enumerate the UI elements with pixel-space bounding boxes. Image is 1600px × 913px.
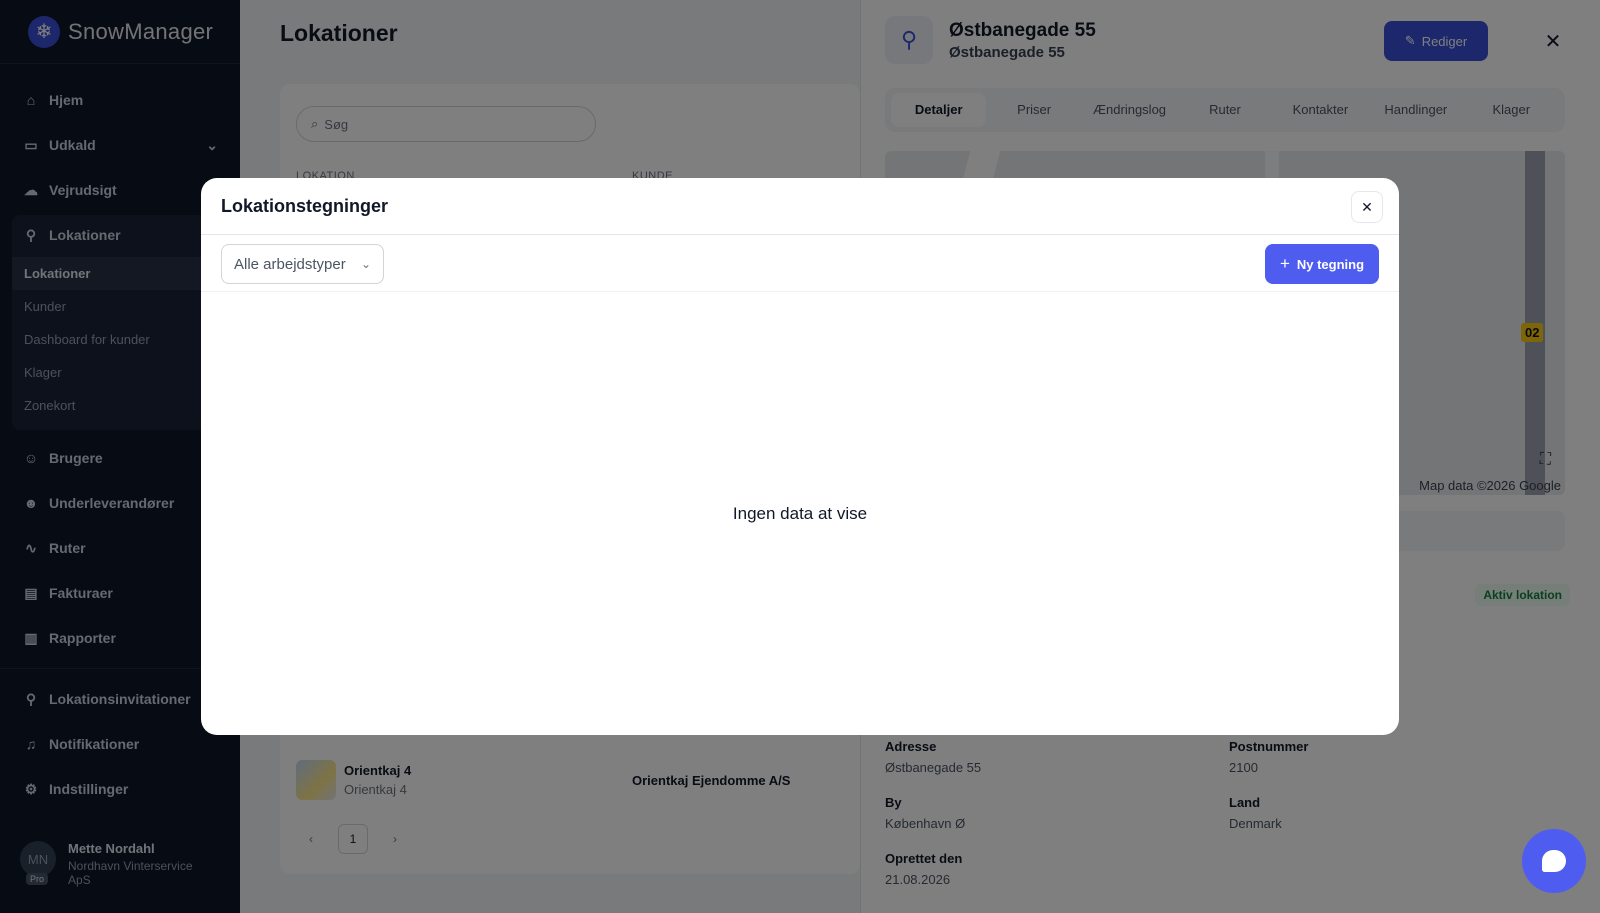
chat-button[interactable]: [1522, 829, 1586, 893]
modal-close-button[interactable]: ✕: [1351, 191, 1383, 223]
new-drawing-label: Ny tegning: [1296, 256, 1365, 272]
chevron-down-icon: ⌄: [360, 257, 371, 271]
modal-title: Lokationstegninger: [221, 195, 389, 216]
empty-state: Ingen data at vise: [201, 292, 1399, 735]
location-drawings-modal: Lokationstegninger ✕ Alle arbejdstyper ⌄…: [201, 178, 1399, 735]
modal-toolbar: Alle arbejdstyper ⌄ + Ny tegning: [201, 235, 1399, 292]
new-drawing-button[interactable]: + Ny tegning: [1265, 244, 1379, 284]
modal-header: Lokationstegninger ✕: [201, 178, 1399, 235]
work-type-select-value: Alle arbejdstyper: [234, 255, 346, 273]
chat-bubble-icon: [1542, 850, 1566, 872]
empty-state-text: Ingen data at vise: [732, 503, 868, 523]
close-icon: ✕: [1361, 198, 1373, 215]
plus-icon: +: [1279, 254, 1290, 273]
work-type-select[interactable]: Alle arbejdstyper ⌄: [221, 244, 384, 284]
